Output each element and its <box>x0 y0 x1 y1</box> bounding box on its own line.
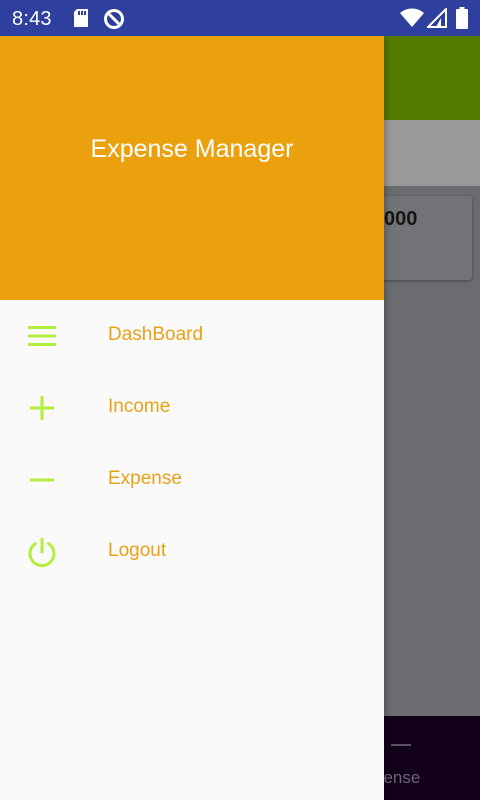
status-time: 8:43 <box>12 8 52 30</box>
menu-item-label: DashBoard <box>108 324 204 345</box>
data-saver-icon <box>104 9 124 29</box>
wifi-icon <box>400 8 424 27</box>
navigation-drawer: Expense Manager DashBoard Income Expense <box>0 36 384 800</box>
minus-icon <box>391 744 411 746</box>
menu-item-income[interactable]: Income <box>0 372 384 444</box>
menu-item-dashboard[interactable]: DashBoard <box>0 300 384 372</box>
battery-icon <box>456 7 468 29</box>
drawer-header: Expense Manager <box>0 36 384 300</box>
menu-item-expense[interactable]: Expense <box>0 444 384 516</box>
minus-icon <box>30 478 54 482</box>
card-amount: 000 <box>384 208 418 230</box>
menu-item-label: Expense <box>108 468 182 489</box>
menu-item-logout[interactable]: Logout <box>0 516 384 588</box>
menu-icon <box>28 326 56 346</box>
power-icon <box>28 537 56 568</box>
menu-item-label: Income <box>108 396 171 417</box>
drawer-title: Expense Manager <box>90 135 294 163</box>
status-bar: 8:43 <box>0 0 480 36</box>
signal-icon <box>427 8 447 28</box>
menu-item-label: Logout <box>108 540 167 561</box>
plus-icon <box>30 396 54 420</box>
sd-card-icon <box>74 9 88 27</box>
